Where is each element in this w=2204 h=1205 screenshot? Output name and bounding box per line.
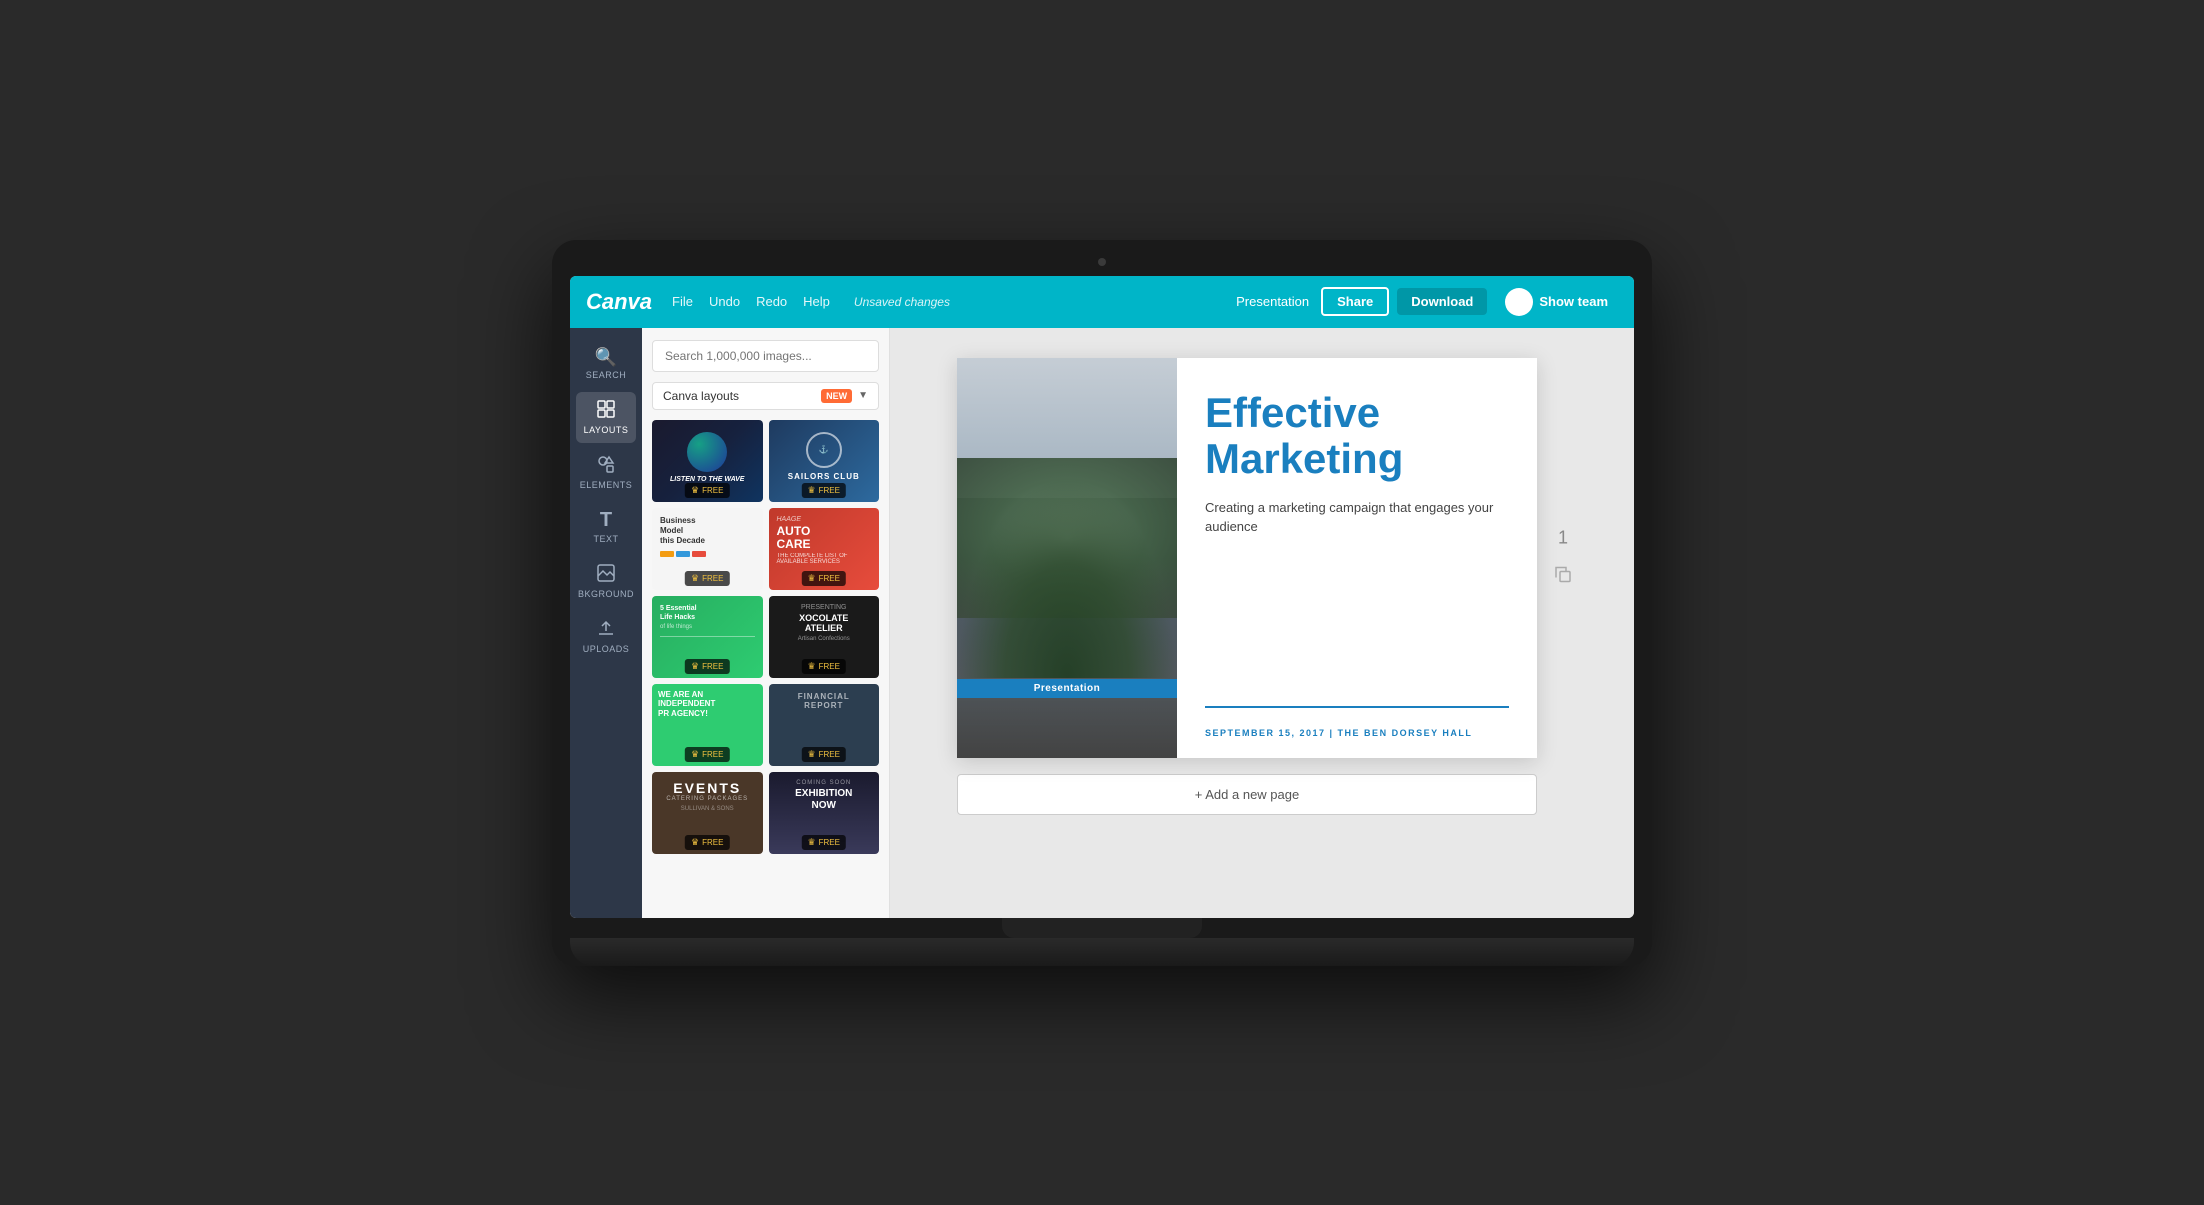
slide-footer-line [1205,706,1509,708]
sidebar-item-uploads[interactable]: UPLOADS [576,611,636,662]
layout-filter-dropdown[interactable]: Canva layouts NEW ▼ [652,382,879,410]
duplicate-button[interactable] [1549,560,1577,588]
search-input[interactable] [652,340,879,372]
laptop-screen: Canva File Undo Redo Help Unsaved change… [570,276,1634,918]
sidebar-item-search[interactable]: 🔍 SEARCH [576,340,636,388]
template-card-6[interactable]: PRESENTING XOCOLATEATELIER Artisan Confe… [769,596,880,678]
slide-footer-text: SEPTEMBER 15, 2017 | THE BEN DORSEY HALL [1205,728,1509,738]
slide-subtitle: Creating a marketing campaign that engag… [1205,498,1509,537]
free-badge-8: ♛FREE [802,747,846,762]
slide-content-top: Effective Marketing Creating a marketing… [1205,390,1509,537]
laptop-notch [1002,918,1202,938]
slide-number-panel: 1 [1549,527,1577,588]
laptop-camera [1098,258,1106,266]
left-panel: Canva layouts NEW ▼ LISTEN TO THE WAVE [642,328,890,918]
background-icon [597,564,615,585]
slide-heading-line1: Effective [1205,390,1509,436]
filter-label: Canva layouts [663,389,815,403]
main-area: Presentation Effective Marketing Creatin… [890,328,1634,918]
slide-footer-area: SEPTEMBER 15, 2017 | THE BEN DORSEY HALL [1205,706,1509,738]
laptop-base [570,938,1634,966]
nav-undo[interactable]: Undo [709,294,740,309]
new-badge: NEW [821,389,852,403]
free-badge-7: ♛FREE [685,747,729,762]
text-icon: T [600,510,612,530]
template-card-3[interactable]: BusinessModelthis Decade ♛FREE [652,508,763,590]
sidebar-label-search: SEARCH [586,370,627,380]
sidebar-label-layouts: LAYOUTS [584,425,629,435]
template-card-10[interactable]: COMING SOON EXHIBITIONNOW ♛FREE [769,772,880,854]
mountain-background [957,358,1177,758]
sidebar-item-elements[interactable]: ELEMENTS [576,447,636,498]
slide-content: Effective Marketing Creating a marketing… [1177,358,1537,758]
sidebar-item-text[interactable]: T TEXT [576,502,636,552]
templates-grid: LISTEN TO THE WAVE ♛FREE ⚓ SAILORS CLUB [652,420,879,854]
search-icon: 🔍 [595,348,617,366]
canva-logo: Canva [586,289,652,315]
slide-number: 1 [1558,527,1568,548]
layouts-icon [597,400,615,421]
free-badge-1: ♛FREE [685,483,729,498]
sidebar: 🔍 SEARCH LAYOUTS [570,328,642,918]
nav-redo[interactable]: Redo [756,294,787,309]
nav-menu: File Undo Redo Help Unsaved changes [672,294,950,309]
filter-arrow-icon: ▼ [858,390,868,401]
slide[interactable]: Presentation Effective Marketing Creatin… [957,358,1537,758]
sidebar-label-elements: ELEMENTS [580,480,633,490]
banner-text: Presentation [1034,683,1101,694]
template-card-9[interactable]: EVENTS CATERING PACKAGES SULLIVAN & SONS… [652,772,763,854]
free-badge-10: ♛FREE [802,835,846,850]
elements-icon [597,455,615,476]
show-team-button[interactable]: Show team [1495,283,1618,321]
unsaved-changes-label: Unsaved changes [854,295,950,309]
free-badge-4: ♛FREE [802,571,846,586]
slide-heading-line2: Marketing [1205,436,1509,482]
navbar: Canva File Undo Redo Help Unsaved change… [570,276,1634,328]
sidebar-item-layouts[interactable]: LAYOUTS [576,392,636,443]
template-card-4[interactable]: HAAGE AUTOCARE THE COMPLETE LIST OF AVAI… [769,508,880,590]
app-body: 🔍 SEARCH LAYOUTS [570,328,1634,918]
free-badge-5: ♛FREE [685,659,729,674]
nav-file[interactable]: File [672,294,693,309]
sidebar-label-uploads: UPLOADS [583,644,630,654]
template-card-5[interactable]: 5 EssentialLife Hacks of life things ♛FR… [652,596,763,678]
free-badge-6: ♛FREE [802,659,846,674]
add-page-button[interactable]: + Add a new page [957,774,1537,815]
free-badge-2: ♛FREE [802,483,846,498]
mountain-trees [957,478,1177,678]
template-card-2[interactable]: ⚓ SAILORS CLUB ♛FREE [769,420,880,502]
template-card-7[interactable]: WE ARE ANINDEPENDENTPR AGENCY! ♛FREE [652,684,763,766]
uploads-icon [597,619,615,640]
share-button[interactable]: Share [1321,287,1389,316]
sidebar-label-background: BKGROUND [578,589,634,599]
sidebar-label-text: TEXT [593,534,618,544]
slide-heading: Effective Marketing [1205,390,1509,482]
template-card-1[interactable]: LISTEN TO THE WAVE ♛FREE [652,420,763,502]
laptop-frame: Canva File Undo Redo Help Unsaved change… [552,240,1652,966]
avatar [1505,288,1533,316]
template-card-8[interactable]: FINANCIAL REPORT ♛FREE [769,684,880,766]
download-button[interactable]: Download [1397,288,1487,315]
free-badge-3: ♛FREE [685,571,729,586]
nav-help[interactable]: Help [803,294,830,309]
free-badge-9: ♛FREE [685,835,729,850]
sidebar-item-background[interactable]: BKGROUND [576,556,636,607]
slide-banner: Presentation [957,679,1177,698]
navbar-right: Presentation Share Download Show team [1236,283,1618,321]
slide-image: Presentation [957,358,1177,758]
slide-wrapper: Presentation Effective Marketing Creatin… [957,358,1537,758]
presentation-label: Presentation [1236,294,1309,309]
